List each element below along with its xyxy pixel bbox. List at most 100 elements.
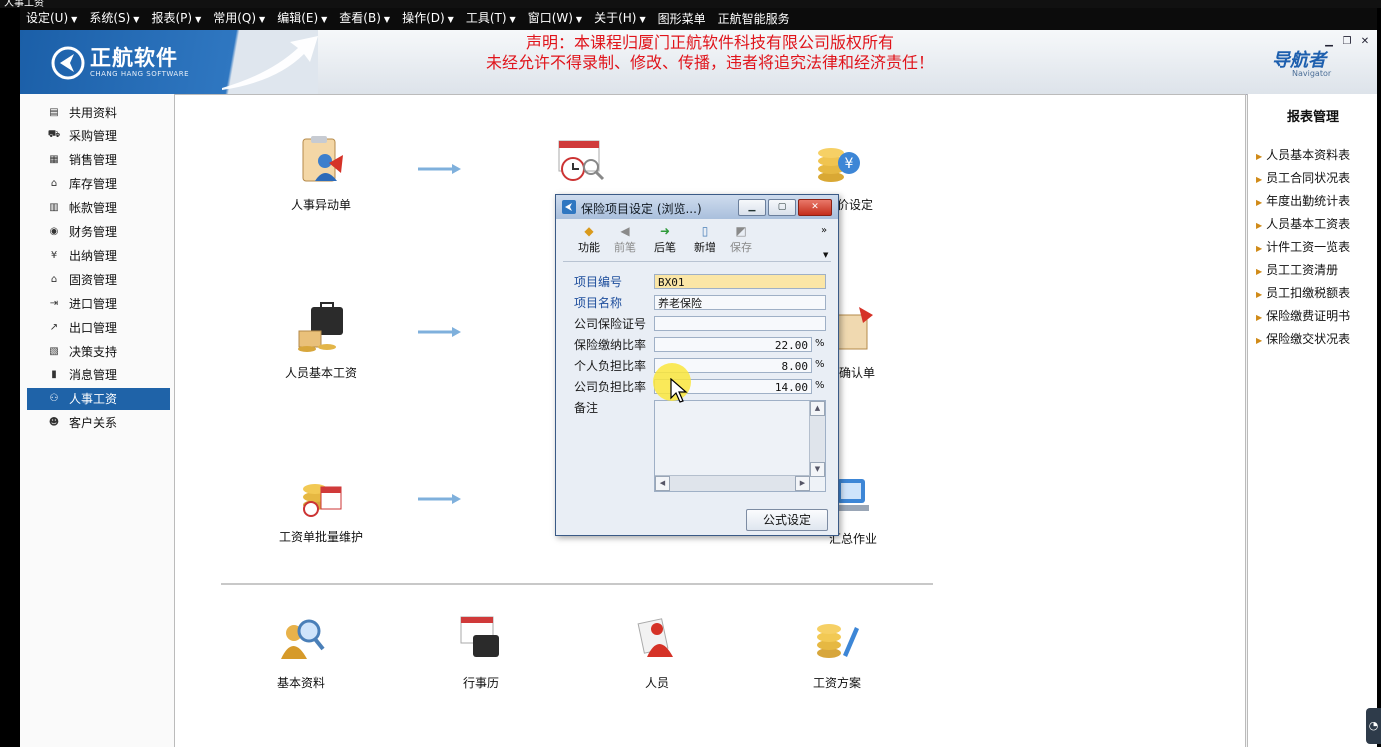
sidebar-item-label: 出口管理 [69,320,118,335]
cashier-icon: ¥ [50,249,58,261]
menu-item[interactable]: 查看(B) ▼ [333,8,396,31]
report-link[interactable]: ▶ 员工扣缴税额表 [1256,284,1350,301]
report-link-label: 员工扣缴税额表 [1266,286,1351,300]
toolbar-button[interactable]: ▯ 新增 [687,223,723,255]
memo-field[interactable]: ▲ ▼ ◀ ▶ [654,400,826,492]
toolbar-dropdown-icon[interactable]: ▼ [823,251,828,259]
report-link[interactable]: ▶ 员工工资清册 [1256,261,1338,278]
scroll-down-icon[interactable]: ▼ [810,462,825,477]
sidebar-item[interactable]: ⌂ 库存管理 [27,173,170,195]
name-label: 项目名称 [574,296,623,310]
sidebar-item[interactable]: ⌂ 固资管理 [27,268,170,290]
caret-down-icon: ▼ [639,15,646,24]
sidebar-item[interactable]: ⇥ 进口管理 [27,292,170,314]
code-field[interactable]: BX01 [654,274,826,289]
sidebar-item[interactable]: ▮ 消息管理 [27,364,170,386]
sidebar-item[interactable]: ▤ 共用资料 [27,101,170,123]
toolbar-button[interactable]: ◆ 功能 [571,223,607,255]
sidebar-item[interactable]: ◉ 财务管理 [27,221,170,243]
report-link-label: 人员基本资料表 [1266,148,1351,162]
toolbar-button[interactable]: ◩ 保存 [723,223,759,255]
sidebar-item-label: 财务管理 [69,225,118,239]
toolbar-button[interactable]: ◀ 前笔 [607,223,643,255]
dialog-app-icon [562,200,576,214]
menu-item[interactable]: 正航智能服务 [712,8,796,30]
name-field[interactable]: 养老保险 [654,295,826,310]
tile-personnel[interactable]: 人员 [587,611,727,691]
tile-basic-data[interactable]: 基本资料 [231,611,371,691]
toolbar-button[interactable]: ➜ 后笔 [647,223,683,255]
scroll-left-icon[interactable]: ◀ [655,476,670,491]
menu-item[interactable]: 工具(T) ▼ [460,8,522,31]
report-link[interactable]: ▶ 人员基本资料表 [1256,146,1350,163]
minimize-icon[interactable]: ▁ [1323,37,1335,47]
menu-item[interactable]: 系统(S) ▼ [83,8,145,31]
report-link[interactable]: ▶ 员工合同状况表 [1256,169,1350,186]
sidebar-item[interactable]: ▦ 销售管理 [27,149,170,171]
dialog-close-button[interactable]: ✕ [798,199,832,216]
menu-item[interactable]: 窗口(W) ▼ [522,8,588,31]
report-link[interactable]: ▶ 保险缴费证明书 [1256,307,1350,324]
sidebar-item[interactable]: ¥ 出纳管理 [27,244,170,266]
restore-icon[interactable]: ❐ [1341,37,1353,47]
report-link-label: 年度出勤统计表 [1266,194,1351,208]
tile-salary-plan[interactable]: 工资方案 [767,611,907,691]
tile-calendar[interactable]: 行事历 [411,611,551,691]
tile-hr-change[interactable]: 人事异动单 [251,133,391,213]
report-link[interactable]: ▶ 年度出勤统计表 [1256,192,1350,209]
dialog-minimize-button[interactable]: ▁ [738,199,766,216]
scroll-up-icon[interactable]: ▲ [810,401,825,416]
warehouse-icon: ⌂ [50,178,58,190]
corner-overlay-icon[interactable]: ◔ [1366,708,1381,744]
menu-item[interactable]: 常用(Q) ▼ [207,8,271,31]
sidebar: ▤ 共用资料 ⛟ 采购管理 ▦ 销售管理 ⌂ 库存管理 ▥ 帐款管理 ◉ 财务管理 ¥ 出纳管理 ⌂ 固资管理… [20,94,174,747]
tile-label: 人员 [644,676,669,690]
message-icon: ▮ [51,369,57,381]
sidebar-item[interactable]: ↗ 出口管理 [27,316,170,338]
report-link[interactable]: ▶ 计件工资一览表 [1256,238,1350,255]
sidebar-item[interactable]: ▧ 决策支持 [27,340,170,362]
rate-label: 保险缴纳比率 [574,338,647,352]
toolbar-more-icon[interactable]: » [821,225,827,236]
menu-item[interactable]: 报表(P) ▼ [145,8,207,31]
import-icon: ⇥ [49,297,59,309]
tile-basic-salary[interactable]: 人员基本工资 [251,301,391,381]
sidebar-item-label: 出纳管理 [69,248,118,263]
report-link-label: 人员基本工资表 [1266,217,1351,231]
sidebar-item[interactable]: ⚇ 人事工资 [27,387,170,410]
memo-vertical-scrollbar[interactable]: ▲ ▼ [809,401,825,477]
svg-text:¥: ¥ [845,156,854,172]
rate-field[interactable]: 22.00 [654,337,812,352]
next-icon: ➜ [659,224,671,238]
close-icon[interactable]: ✕ [1359,37,1371,47]
dialog-titlebar[interactable]: 保险项目设定 (浏览...) ▁ ▢ ✕ [556,195,838,219]
tile-batch-maintain[interactable]: 工资单批量维护 [251,465,391,545]
menu-label: 关于(H) [594,11,637,25]
report-link[interactable]: ▶ 保险缴交状况表 [1256,330,1350,347]
prev-icon: ◀ [620,224,630,238]
cert-field[interactable] [654,316,826,331]
formula-setting-button[interactable]: 公式设定 [746,509,828,531]
sidebar-item[interactable]: ⛟ 采购管理 [27,125,170,147]
tile-label: 人事异动单 [290,198,351,212]
banner: 正航软件 CHANG HANG SOFTWARE 声明：本课程归厦门正航软件科技… [20,30,1377,95]
menu-item[interactable]: 关于(H) ▼ [588,8,652,31]
rate-unit: % [815,338,825,349]
menu-item[interactable]: 图形菜单 [652,8,712,30]
sidebar-item-label: 采购管理 [69,129,118,144]
list-icon: ▤ [49,106,59,118]
scroll-right-icon[interactable]: ▶ [795,476,810,491]
person-search-icon [281,619,325,659]
sidebar-item[interactable]: ☻ 客户关系 [27,412,170,434]
caret-down-icon: ▼ [71,15,78,24]
menu-item[interactable]: 设定(U) ▼ [20,8,83,31]
report-link[interactable]: ▶ 人员基本工资表 [1256,215,1350,232]
sidebar-item[interactable]: ▥ 帐款管理 [27,197,170,219]
memo-horizontal-scrollbar[interactable]: ◀ ▶ [655,475,810,491]
dialog-restore-button[interactable]: ▢ [768,199,796,216]
copyright-notice: 声明：本课程归厦门正航软件科技有限公司版权所有 未经允许不得录制、修改、传播，违… [350,33,1070,73]
menu-item[interactable]: 编辑(E) ▼ [271,8,333,31]
menu-item[interactable]: 操作(D) ▼ [396,8,460,31]
flow-arrow-icon [418,494,461,504]
menu-label: 系统(S) [89,11,131,25]
